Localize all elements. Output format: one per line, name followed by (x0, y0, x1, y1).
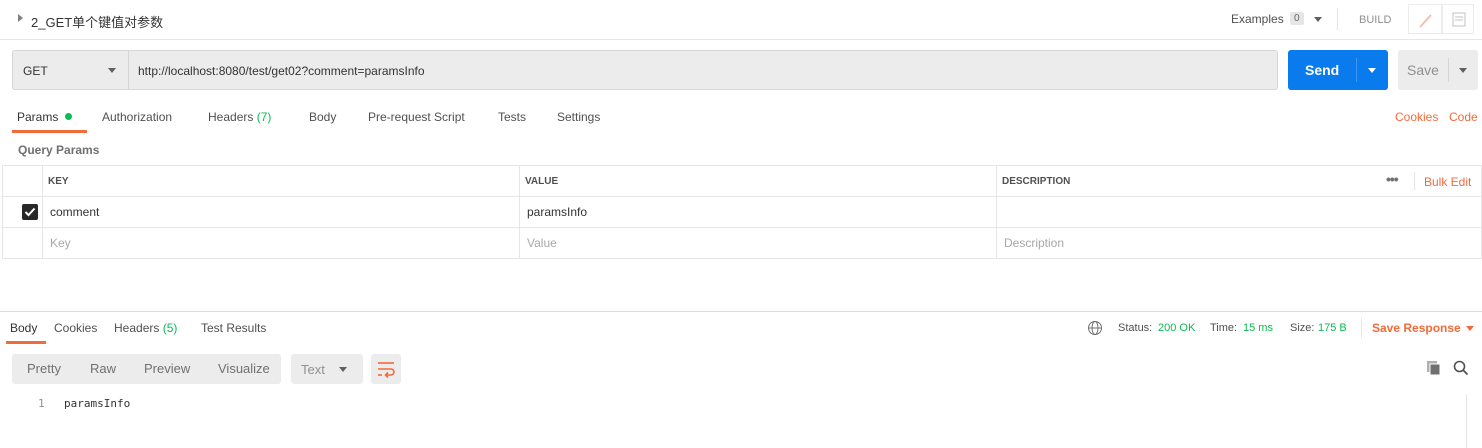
response-tab-cookies[interactable]: Cookies (54, 321, 97, 335)
method-dropdown-icon (108, 68, 116, 73)
save-label: Save (1407, 62, 1439, 78)
tab-pre-request-script[interactable]: Pre-request Script (368, 110, 465, 124)
view-mode-visualize[interactable]: Visualize (218, 354, 270, 384)
expand-caret-icon[interactable] (18, 14, 23, 22)
response-tab-body[interactable]: Body (10, 321, 37, 335)
response-tab-headers[interactable]: Headers (5) (114, 321, 177, 335)
url-input[interactable]: http://localhost:8080/test/get02?comment… (128, 50, 1278, 90)
tab-authorization[interactable]: Authorization (102, 110, 172, 124)
cookies-link[interactable]: Cookies (1395, 110, 1438, 124)
pencil-icon (1419, 14, 1432, 28)
method-value: GET (23, 64, 48, 78)
url-value: http://localhost:8080/test/get02?comment… (138, 64, 425, 78)
response-scrollbar[interactable] (1466, 394, 1467, 448)
method-select[interactable]: GET (12, 50, 128, 90)
query-params-title: Query Params (18, 143, 100, 157)
response-headers-count: (5) (162, 321, 178, 335)
view-mode-pretty[interactable]: Pretty (27, 354, 61, 384)
more-options-icon[interactable]: ••• (1386, 171, 1399, 187)
wrap-lines-button[interactable] (371, 354, 401, 384)
documentation-button[interactable] (1442, 4, 1474, 34)
request-title-bar: 2_GET单个键值对参数 Examples 0 BUILD (0, 0, 1482, 40)
save-response-button[interactable]: Save Response (1372, 321, 1461, 335)
response-tab-headers-label: Headers (114, 321, 160, 335)
param-row-checkbox[interactable] (22, 204, 38, 220)
column-key: KEY (48, 176, 69, 187)
send-options-icon[interactable] (1368, 68, 1376, 73)
params-active-dot (64, 113, 72, 120)
send-label: Send (1305, 62, 1340, 78)
new-value-input[interactable]: Value (527, 236, 557, 250)
new-key-input[interactable]: Key (50, 236, 71, 250)
status-label: Status: (1118, 322, 1153, 334)
format-value: Text (301, 362, 325, 377)
save-options-icon[interactable] (1459, 68, 1467, 73)
send-button[interactable]: Send (1288, 50, 1388, 90)
time-value[interactable]: 15 ms (1243, 322, 1273, 334)
format-dropdown-icon (339, 367, 347, 372)
view-mode-raw[interactable]: Raw (90, 354, 116, 384)
status-value[interactable]: 200 OK (1158, 322, 1195, 334)
tab-headers[interactable]: Headers (7) (208, 110, 271, 124)
size-value[interactable]: 175 B (1318, 322, 1347, 334)
active-tab-indicator (12, 130, 87, 133)
tab-tests[interactable]: Tests (498, 110, 526, 124)
response-active-tab-indicator (6, 341, 46, 344)
document-icon (1452, 12, 1466, 27)
tab-params[interactable]: Params (17, 110, 72, 124)
new-description-input[interactable]: Description (1004, 236, 1064, 250)
tab-headers-label: Headers (208, 110, 254, 124)
copy-icon[interactable] (1425, 359, 1443, 377)
response-tab-test-results[interactable]: Test Results (201, 321, 266, 335)
line-number: 1 (38, 397, 45, 410)
examples-label[interactable]: Examples (1231, 12, 1284, 26)
tab-body[interactable]: Body (309, 110, 336, 124)
tab-headers-count: (7) (256, 110, 272, 124)
wrap-lines-icon (378, 362, 395, 379)
globe-icon[interactable] (1087, 320, 1103, 336)
examples-count-badge: 0 (1290, 12, 1304, 25)
save-button[interactable]: Save (1398, 50, 1478, 90)
checkmark-icon (24, 207, 36, 217)
param-value[interactable]: paramsInfo (527, 205, 587, 219)
save-response-dropdown-icon[interactable] (1466, 326, 1474, 331)
search-icon[interactable] (1452, 359, 1470, 377)
param-key[interactable]: comment (50, 205, 99, 219)
bulk-edit-link[interactable]: Bulk Edit (1424, 175, 1471, 189)
size-label: Size: (1290, 322, 1315, 334)
view-mode-preview[interactable]: Preview (144, 354, 190, 384)
code-link[interactable]: Code (1449, 110, 1478, 124)
column-value: VALUE (525, 176, 559, 187)
response-body-line[interactable]: paramsInfo (64, 397, 130, 410)
time-label: Time: (1210, 322, 1238, 334)
request-name[interactable]: 2_GET单个键值对参数 (31, 12, 163, 31)
tab-params-label: Params (17, 110, 59, 124)
build-label[interactable]: BUILD (1359, 14, 1391, 26)
examples-dropdown-icon[interactable] (1314, 17, 1322, 22)
column-description: DESCRIPTION (1002, 176, 1071, 187)
format-select[interactable]: Text (291, 354, 363, 384)
tab-settings[interactable]: Settings (557, 110, 600, 124)
edit-button[interactable] (1408, 4, 1442, 34)
